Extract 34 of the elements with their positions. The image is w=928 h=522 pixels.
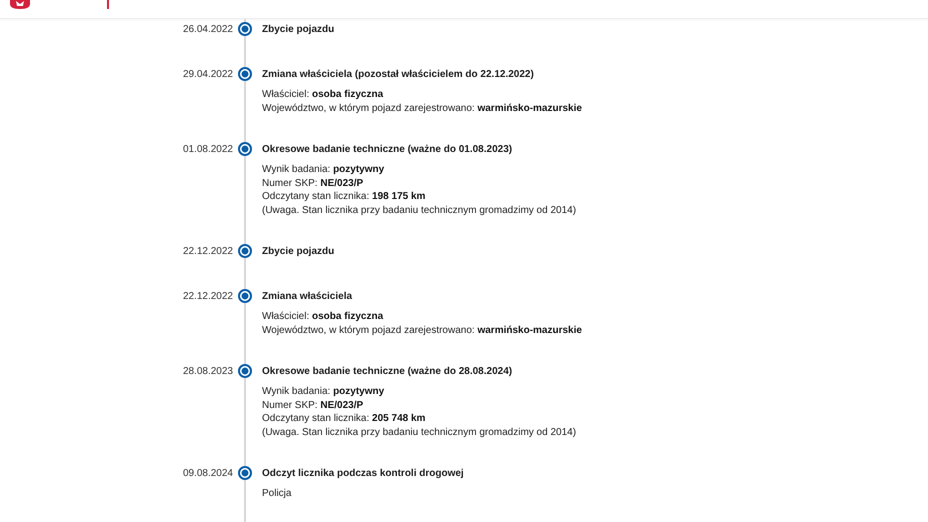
event-title: Odczyt licznika podczas kontroli drogowej [262,467,464,481]
event-detail: Policja [262,487,292,500]
event-date: 01.08.2022 [182,143,233,157]
event-date: 29.04.2022 [182,68,233,82]
event-detail: Województwo, w którym pojazd zarejestrowano: warmińsko-mazurskie [262,102,582,115]
event-date: 22.12.2022 [182,290,233,304]
event-detail: Odczytany stan licznika: 205 748 km [262,412,426,426]
event-date: 09.08.2024 [182,467,233,481]
event-date: 26.04.2022 [182,23,233,37]
event-date: 22.12.2022 [182,245,233,259]
event-detail: Numer SKP: NE/023/P [262,398,364,412]
timeline-dot [238,466,252,480]
event-title: Okresowe badanie techniczne (ważne do 01.08.2023) [262,143,512,157]
event-detail: Odczytany stan licznika: 198 175 km [262,190,426,204]
event-detail: (Uwaga. Stan licznika przy badaniu technicznym gromadzimy od 2014) [262,426,576,439]
event-detail: Wynik badania: pozytywny [262,163,384,176]
timeline-dot [238,364,252,378]
event-detail: Właściciel: osoba fizyczna [262,310,384,324]
event-date: 28.08.2023 [182,365,233,379]
event-title: Zmiana właściciela [262,290,352,304]
timeline-dot [238,244,252,258]
event-detail: (Uwaga. Stan licznika przy badaniu technicznym gromadzimy od 2014) [262,204,576,217]
event-detail: Właściciel: osoba fizyczna [262,88,384,102]
timeline-dot [238,22,252,36]
event-title: Zbycie pojazdu [262,23,334,37]
timeline-dot [238,142,252,156]
event-title: Zbycie pojazdu [262,245,334,259]
timeline-dot [238,67,252,81]
event-title: Zmiana właściciela (pozostał właścicielem do 22.12.2022) [262,68,534,82]
event-detail: Województwo, w którym pojazd zarejestrowano: warmińsko-mazurskie [262,324,582,337]
event-detail: Wynik badania: pozytywny [262,385,384,398]
timeline-dot [238,289,252,303]
event-detail: Numer SKP: NE/023/P [262,176,364,190]
event-title: Okresowe badanie techniczne (ważne do 28.08.2024) [262,365,512,379]
